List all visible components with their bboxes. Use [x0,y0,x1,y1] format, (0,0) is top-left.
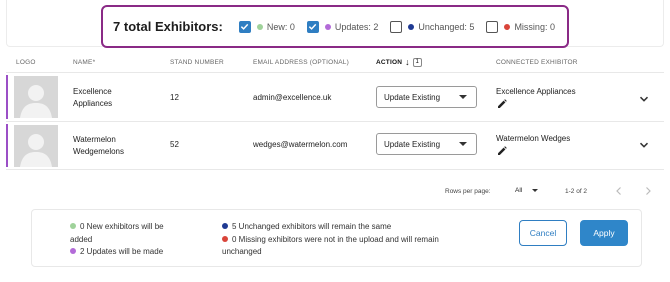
check-icon [241,23,249,30]
filter-updates[interactable]: Updates: 2 [306,20,379,33]
filter-unchanged-label: Unchanged: 5 [418,21,475,32]
exhibitors-table: LOGO NAME* STAND NUMBER EMAIL ADDRESS (O… [6,50,664,170]
unchanged-dot-icon [222,223,228,229]
filter-missing[interactable]: Missing: 0 [486,20,555,33]
summary-new-text: 0 New exhibitors will be [80,222,164,231]
import-summary-footer: 0 New exhibitors will be added 2 Updates… [31,209,642,267]
updates-dot-icon [324,23,331,30]
exhibitor-name-line1: Excellence [73,87,112,96]
summary-missing-cont: unchanged [222,247,262,256]
checkbox-updates[interactable] [306,20,319,33]
header-stand: STAND NUMBER [170,58,224,66]
header-action-label: ACTION [376,58,403,66]
header-connected: CONNECTED EXHIBITOR [496,58,578,66]
avatar [14,125,58,167]
summary-unchanged: 5 Unchanged exhibitors will remain the s… [222,221,439,234]
header-email: EMAIL ADDRESS (OPTIONAL) [253,58,349,66]
footer-right-summary: 5 Unchanged exhibitors will remain the s… [222,221,439,259]
pencil-edit-icon[interactable] [497,99,507,109]
missing-dot-icon [222,235,228,242]
filter-unchanged[interactable]: Unchanged: 5 [390,20,475,33]
exhibitor-name-line2: Appliances [73,99,113,108]
summary-updates: 2 Updates will be made [70,246,164,259]
rows-per-page-label: Rows per page: [445,188,491,195]
sort-arrow-down-icon[interactable]: ↓ [405,57,410,67]
summary-missing-text: 0 Missing exhibitors were not in the upl… [232,234,439,244]
summary-bar-wrapper: 7 total Exhibitors: New: 0 Updates: 2 Un… [0,0,670,48]
summary-unchanged-text: 5 Unchanged exhibitors will remain the s… [232,222,392,231]
updates-dot-icon [70,248,76,254]
table-header: LOGO NAME* STAND NUMBER EMAIL ADDRESS (O… [6,50,664,74]
header-logo: LOGO [16,58,36,66]
action-select[interactable]: Update Existing [376,86,477,108]
exhibitor-name-line2: Wedgemelons [73,147,124,156]
previous-page-icon[interactable] [614,186,624,196]
connected-exhibitor: Excellence Appliances [496,87,576,96]
avatar [14,76,58,118]
filter-new-label: New: 0 [266,21,295,32]
stand-number: 52 [170,140,179,149]
expand-chevron-icon[interactable] [639,94,649,104]
chevron-down-icon [459,95,467,99]
table-row: Watermelon Wedgemelons 52 wedges@waterme… [6,121,664,170]
user-placeholder-icon [14,76,58,118]
connected-exhibitor: Watermelon Wedges [496,134,571,143]
summary-new-cont: added [70,234,93,244]
unchanged-dot-icon [408,23,415,30]
row-updated-marker [6,75,8,119]
summary-missing: 0 Missing exhibitors were not in the upl… [222,234,439,247]
filter-missing-label: Missing: 0 [514,21,555,32]
pencil-edit-icon[interactable] [497,146,507,156]
rows-per-page-value: All [515,187,523,194]
action-select-value: Update Existing [384,92,441,102]
footer-left-summary: 0 New exhibitors will be added 2 Updates… [70,221,164,259]
table-row: Excellence Appliances 12 admin@excellenc… [6,72,664,121]
next-page-icon[interactable] [643,186,653,196]
cancel-button[interactable]: Cancel [519,220,567,246]
stand-number: 12 [170,93,179,102]
exhibitor-name-line1: Watermelon [73,135,116,144]
header-action[interactable]: ACTION ↓ 1 [376,57,422,67]
check-icon [309,23,317,30]
pagination-range: 1-2 of 2 [565,188,588,195]
missing-dot-icon [504,23,511,30]
expand-chevron-icon[interactable] [639,140,649,150]
filter-updates-label: Updates: 2 [334,21,379,32]
apply-button[interactable]: Apply [580,220,628,246]
checkbox-missing[interactable] [486,20,499,33]
email-address: admin@excellence.uk [253,93,332,102]
new-dot-icon [256,23,263,30]
user-placeholder-icon [14,125,58,167]
checkbox-new[interactable] [238,20,251,33]
rows-per-page-select[interactable]: All [515,187,539,194]
summary-title: 7 total Exhibitors: [113,19,223,34]
action-select-value: Update Existing [384,139,441,149]
chevron-down-icon [459,142,467,146]
filter-new[interactable]: New: 0 [238,20,295,33]
checkbox-unchanged[interactable] [390,20,403,33]
exhibitor-name: Watermelon Wedgemelons [73,134,153,158]
chevron-down-icon [532,189,539,192]
sort-order-badge: 1 [412,57,422,67]
new-dot-icon [70,223,76,229]
header-name: NAME* [73,58,96,66]
action-select[interactable]: Update Existing [376,133,477,155]
exhibitor-summary-filter: 7 total Exhibitors: New: 0 Updates: 2 Un… [101,5,569,48]
email-address: wedges@watermelon.com [253,140,348,149]
summary-new: 0 New exhibitors will be [70,221,164,234]
row-updated-marker [6,124,8,167]
summary-updates-text: 2 Updates will be made [80,247,164,256]
exhibitor-name: Excellence Appliances [73,86,153,110]
